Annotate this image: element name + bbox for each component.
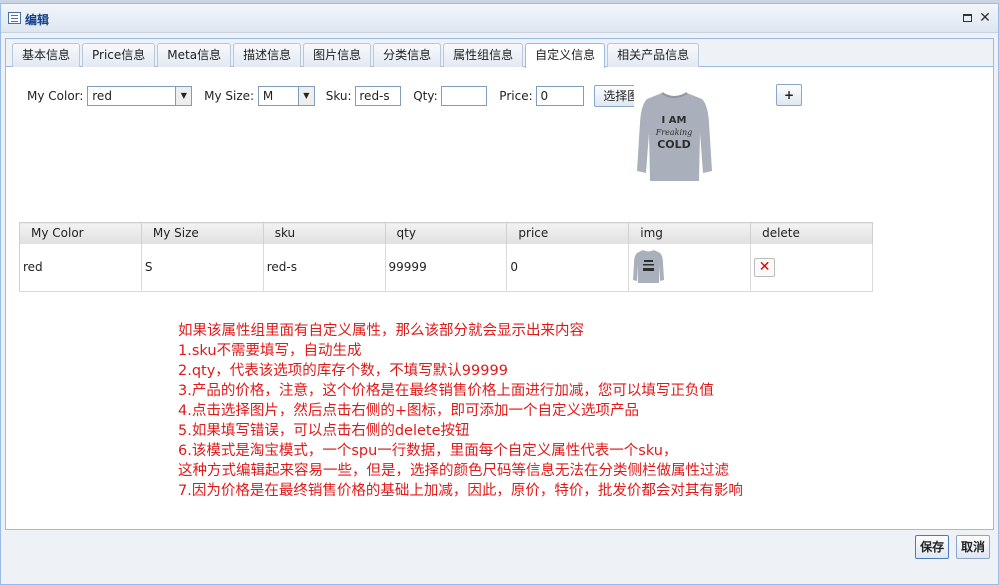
color-select-value: red — [92, 89, 112, 103]
column-header-qty: qty — [385, 222, 508, 244]
note-line: 2.qty，代表该选项的库存个数，不填写默认99999 — [178, 363, 508, 379]
sku-label: Sku: — [325, 89, 352, 103]
cancel-button[interactable]: 取消 — [955, 535, 990, 559]
tab-category-info[interactable]: 分类信息 — [373, 43, 442, 67]
tab-description-info[interactable]: 描述信息 — [233, 43, 302, 67]
footer-buttons: 保存 取消 — [912, 535, 990, 559]
cell-color: red — [19, 243, 142, 292]
color-select[interactable]: red ▼ — [87, 86, 193, 106]
cell-size: S — [141, 243, 264, 292]
save-button[interactable]: 保存 — [915, 535, 950, 559]
size-label: My Size: — [204, 89, 255, 103]
cell-sku: red-s — [263, 243, 386, 292]
qty-label: Qty: — [413, 89, 438, 103]
sweater-thumbnail — [633, 249, 665, 283]
window-title: 编辑 — [25, 13, 50, 27]
edit-window: 编辑 ✕ 基本信息 Price信息 Meta信息 描述信息 图片信息 分类信息 属性组信息自… — [0, 3, 999, 585]
svg-text:Freaking: Freaking — [655, 128, 693, 137]
note-line: 6.该模式是淘宝模式，一个spu一行数据，里面每个自定义属性代表一个sku， — [178, 443, 678, 459]
chevron-down-icon: ▼ — [297, 87, 314, 105]
close-icon[interactable]: ✕ — [978, 11, 992, 25]
custom-option-form: My Color: red ▼ My Size: M ▼ Sku: red-s … — [27, 85, 661, 109]
table-row: red S red-s 99999 0 ✕ — [19, 243, 873, 292]
sweater-preview-image: I AM Freaking COLD — [634, 83, 715, 189]
svg-text:COLD: COLD — [657, 138, 691, 151]
cell-img — [628, 243, 752, 292]
column-header-img: img — [628, 222, 752, 244]
column-header-sku: sku — [263, 222, 386, 244]
size-select[interactable]: M ▼ — [257, 86, 315, 106]
cell-delete: ✕ — [750, 243, 873, 292]
price-label: Price: — [499, 89, 533, 103]
sku-input[interactable]: red-s — [355, 86, 402, 106]
window-titlebar: 编辑 ✕ — [1, 4, 998, 33]
cell-qty: 99999 — [385, 243, 508, 292]
note-line: 4.点击选择图片，然后点击右侧的+图标，即可添加一个自定义选项产品 — [178, 403, 639, 419]
tab-panel: 基本信息 Price信息 Meta信息 描述信息 图片信息 分类信息 属性组信息 自定义信息相… — [5, 38, 994, 530]
tab-related-products-info[interactable]: 相关产品信息 — [607, 43, 700, 67]
size-select-value: M — [262, 89, 274, 103]
tab-custom-info[interactable]: 自定义信息 — [525, 43, 606, 68]
note-line: 5.如果填写错误，可以点击右侧的delete按钮 — [178, 423, 470, 439]
column-header-color: My Color — [19, 222, 142, 244]
tab-attribute-group-info[interactable]: 属性组信息 — [443, 43, 524, 67]
qty-input[interactable] — [441, 86, 488, 106]
tab-image-info[interactable]: 图片信息 — [303, 43, 372, 67]
custom-options-table: My Color My Size sku qty price img delet… — [19, 222, 873, 292]
column-header-size: My Size — [141, 222, 264, 244]
note-line: 这种方式编辑起来容易一些，但是，选择的颜色尺码等信息无法在分类侧栏做属性过滤 — [178, 463, 729, 479]
tab-bar: 基本信息 Price信息 Meta信息 描述信息 图片信息 分类信息 属性组信息 自定义信息相… — [6, 39, 993, 68]
tab-price-info[interactable]: Price信息 — [82, 43, 156, 67]
note-line: 如果该属性组里面有自定义属性，那么该部分就会显示出来内容 — [178, 323, 584, 339]
tab-meta-info[interactable]: Meta信息 — [157, 43, 232, 67]
instructions-notes: 如果该属性组里面有自定义属性，那么该部分就会显示出来内容 1.sku不需要填写，… — [178, 321, 743, 501]
column-header-delete: delete — [750, 222, 873, 244]
color-label: My Color: — [27, 89, 84, 103]
window-icon — [8, 12, 21, 24]
delete-button[interactable]: ✕ — [754, 257, 776, 277]
note-line: 3.产品的价格，注意，这个价格是在最终销售价格上面进行加减，您可以填写正负值 — [178, 383, 714, 399]
tab-basic-info[interactable]: 基本信息 — [12, 43, 81, 67]
table-header-row: My Color My Size sku qty price img delet… — [19, 222, 873, 244]
price-input[interactable]: 0 — [536, 86, 585, 106]
maximize-icon[interactable] — [960, 11, 974, 25]
chevron-down-icon: ▼ — [175, 87, 192, 105]
note-line: 1.sku不需要填写，自动生成 — [178, 343, 362, 359]
add-option-button[interactable]: + — [776, 84, 802, 106]
cell-price: 0 — [506, 243, 630, 292]
column-header-price: price — [506, 222, 630, 244]
note-line: 7.因为价格是在最终销售价格的基础上加减，因此，原价，特价，批发价都会对其有影响 — [178, 483, 743, 499]
svg-text:I AM: I AM — [662, 115, 687, 126]
